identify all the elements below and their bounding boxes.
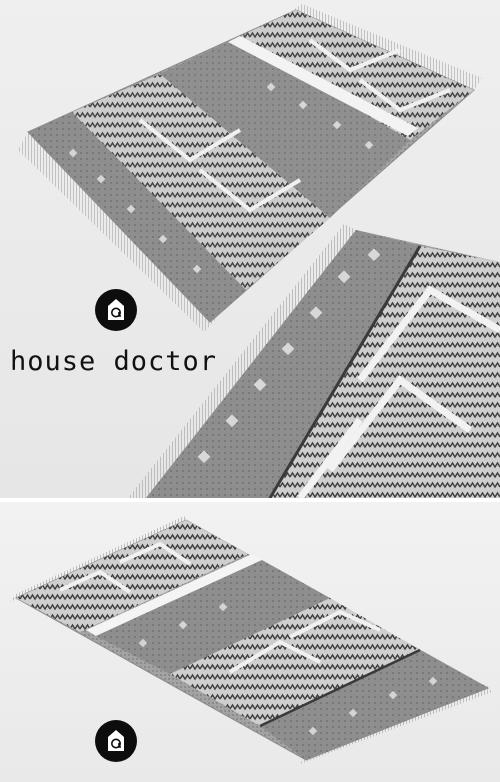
top-panel: house doctor <box>0 0 500 498</box>
house-doctor-logo <box>95 289 137 331</box>
top-rug-scene <box>18 4 500 498</box>
house-doctor-logo-bottom <box>95 720 137 762</box>
house-bag-icon <box>108 299 124 320</box>
bottom-panel <box>0 502 500 782</box>
bottom-rug-scene <box>10 516 492 764</box>
rug-flat <box>10 516 492 764</box>
house-bag-icon <box>108 730 124 751</box>
brand-name: house doctor <box>10 346 218 377</box>
product-image: house doctor <box>0 0 500 782</box>
